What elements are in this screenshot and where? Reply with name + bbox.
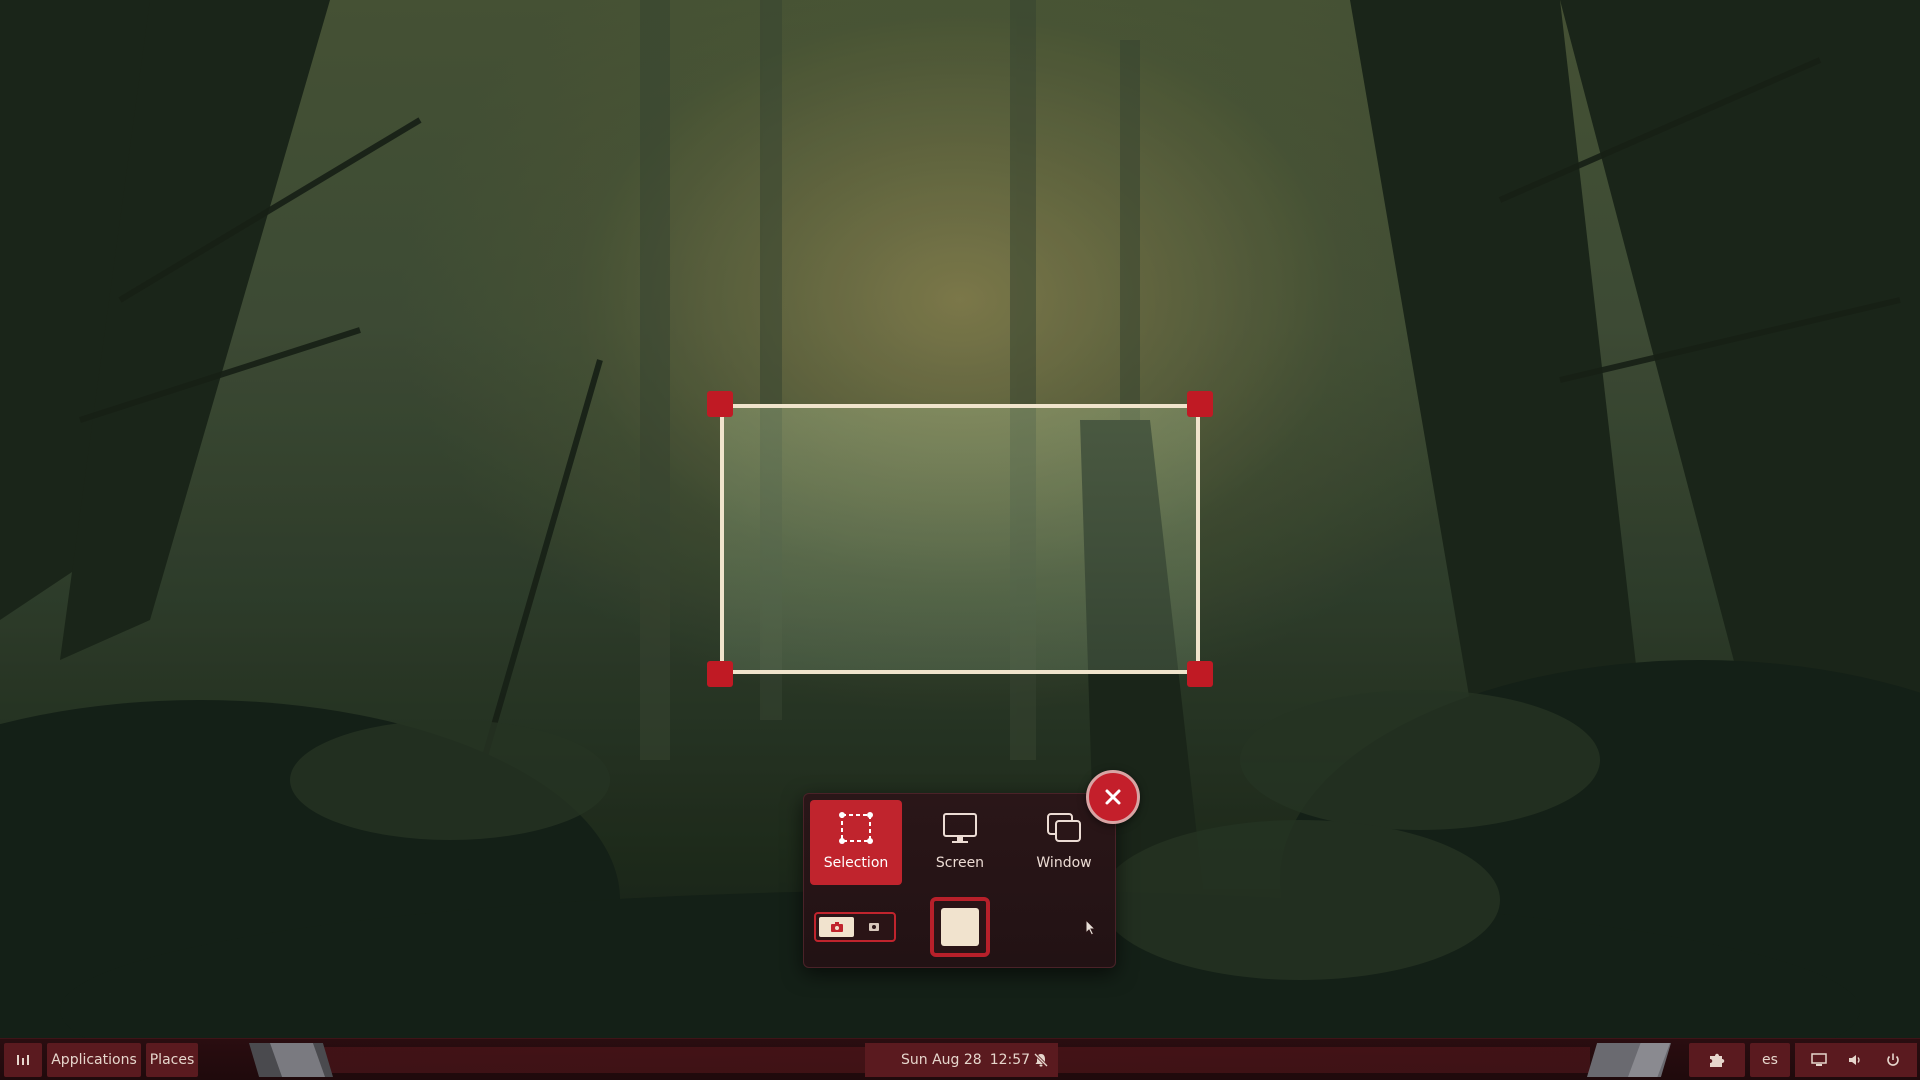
video-camera-icon: [868, 923, 879, 931]
selection-mode-button[interactable]: Selection: [810, 800, 902, 885]
camera-icon: [830, 922, 843, 932]
capture-button[interactable]: [930, 897, 990, 957]
selection-area[interactable]: [720, 404, 1200, 674]
power-icon[interactable]: [1884, 1051, 1902, 1069]
screencast-toggle[interactable]: [856, 917, 891, 937]
selection-mode-label: Selection: [823, 855, 889, 871]
clock[interactable]: Sun Aug 28 12:57: [865, 1043, 1058, 1077]
screenshot-panel: Selection Screen Window: [803, 793, 1116, 968]
close-screenshot-button[interactable]: [1086, 770, 1140, 824]
extensions-icon: [1710, 1053, 1725, 1067]
cursor-icon: [1085, 918, 1097, 936]
close-icon: [1105, 789, 1121, 805]
screenshot-toggle[interactable]: [819, 917, 854, 937]
show-pointer-toggle[interactable]: [1083, 918, 1101, 938]
selection-handle-top-left[interactable]: [707, 391, 733, 417]
clock-time: 12:57: [989, 1052, 1031, 1068]
volume-icon[interactable]: [1847, 1051, 1865, 1069]
menu-icon: [17, 1055, 29, 1065]
applications-menu[interactable]: Applications: [47, 1043, 141, 1077]
display-icon[interactable]: [1810, 1051, 1828, 1069]
capture-type-toggle: [814, 912, 896, 942]
places-menu[interactable]: Places: [146, 1043, 198, 1077]
selection-handle-bottom-left[interactable]: [707, 661, 733, 687]
screen-mode-label: Screen: [935, 855, 985, 871]
selection-handle-bottom-right[interactable]: [1187, 661, 1213, 687]
notifications-muted-icon: [1033, 1052, 1049, 1068]
screen-mode-button[interactable]: Screen: [914, 800, 1006, 885]
system-menu[interactable]: [1795, 1043, 1917, 1077]
extensions-button[interactable]: [1689, 1043, 1745, 1077]
selection-handle-top-right[interactable]: [1187, 391, 1213, 417]
selection-icon: [838, 810, 874, 846]
menu-button[interactable]: [4, 1043, 42, 1077]
keyboard-layout-indicator[interactable]: es: [1750, 1043, 1790, 1077]
window-mode-label: Window: [1036, 855, 1092, 871]
window-icon: [1046, 810, 1082, 846]
monitor-icon: [942, 810, 978, 846]
taskbar: Applications Places Sun Aug 28 12:57 es: [0, 1038, 1920, 1080]
clock-date: Sun Aug 28: [901, 1052, 982, 1068]
capture-button-fill: [941, 908, 979, 946]
